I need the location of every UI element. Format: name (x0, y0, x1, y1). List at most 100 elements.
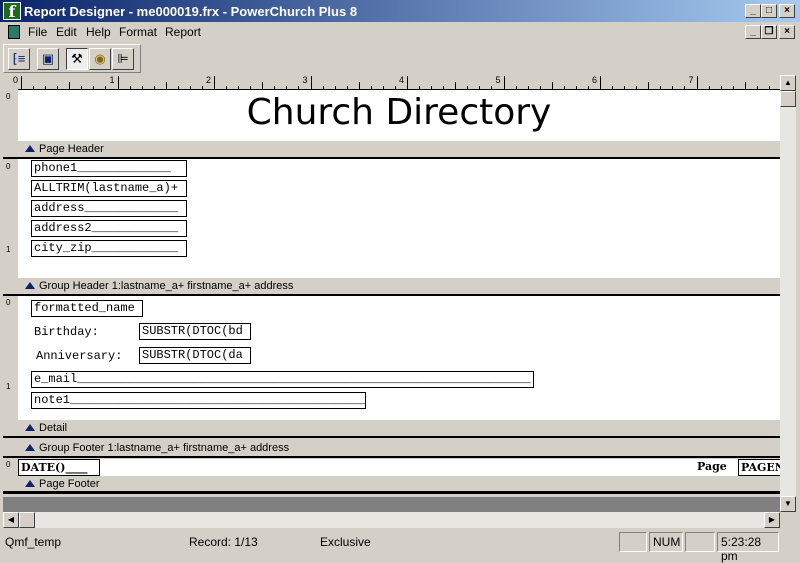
menu-file[interactable]: File (28, 25, 47, 39)
document-icon[interactable] (8, 25, 20, 39)
color-palette-icon[interactable]: ◉ (89, 48, 111, 70)
field-formatted-name[interactable]: formatted_name (31, 300, 143, 317)
field-address[interactable]: address_____________ (31, 200, 187, 217)
ruler-mark: 1 (6, 382, 11, 391)
group-header-area: formatted_name Birthday: SUBSTR(DTOC(bd … (18, 296, 780, 420)
status-mode: Exclusive (320, 535, 371, 549)
page-label[interactable]: Page (697, 460, 727, 473)
ruler-label: 5 (495, 75, 501, 85)
ruler-tick (165, 82, 167, 90)
band-group-header[interactable]: Group Header 1:lastname_a+ firstname_a+ … (3, 278, 780, 296)
status-bar: Qmf_temp Record: 1/13 Exclusive NUM 5:23… (0, 530, 800, 563)
data-environment-icon[interactable]: ⁅≡ (8, 48, 30, 70)
menu-report[interactable]: Report (165, 25, 201, 39)
field-email[interactable]: e_mail__________________________________… (31, 371, 534, 388)
status-alias: Qmf_temp (5, 535, 62, 549)
menu-format[interactable]: Format (119, 25, 157, 39)
band-label: Detail (39, 422, 68, 434)
field-address2[interactable]: address2____________ (31, 220, 187, 237)
status-scroll (685, 532, 715, 552)
status-caps (619, 532, 647, 552)
ruler-label: 1 (109, 75, 115, 85)
ruler-tick (551, 82, 553, 90)
field-note1[interactable]: note1___________________________________… (31, 392, 366, 409)
ruler-mark: 0 (6, 92, 11, 101)
report-title[interactable]: Church Directory (18, 92, 780, 133)
band-detail[interactable]: Detail (3, 420, 780, 438)
ruler-tick (407, 76, 408, 90)
scroll-thumb[interactable] (780, 91, 796, 107)
ruler-label: 0 (13, 75, 19, 85)
scroll-up-icon[interactable]: ▲ (780, 75, 796, 91)
vertical-scrollbar[interactable]: ▲ ▼ (780, 75, 796, 512)
page-header-area: phone1_____________ ALLTRIM(lastname_a)+… (18, 159, 780, 278)
window-title: Report Designer - me000019.frx - PowerCh… (24, 4, 358, 19)
horizontal-ruler: 0 1 2 3 4 5 6 7 (13, 75, 780, 90)
field-name[interactable]: ALLTRIM(lastname_a)+ (31, 180, 187, 197)
collapse-triangle-icon (25, 145, 35, 152)
ruler-label: 4 (399, 75, 405, 85)
ruler-label: 7 (688, 75, 694, 85)
band-page-header[interactable]: Page Header (3, 141, 780, 159)
ruler-tick (455, 82, 457, 90)
close-button[interactable]: × (779, 4, 795, 18)
status-record: Record: 1/13 (189, 535, 258, 549)
status-time: 5:23:28 pm (717, 532, 779, 563)
collapse-triangle-icon (25, 444, 35, 451)
ruler-tick (117, 76, 119, 90)
ruler-tick (310, 76, 312, 90)
title-bar: f Report Designer - me000019.frx - Power… (0, 0, 800, 22)
minimize-button[interactable]: _ (745, 4, 761, 18)
band-label: Group Header 1:lastname_a+ firstname_a+ … (39, 280, 294, 292)
layout-icon[interactable]: ⊫ (112, 48, 134, 70)
title-band-area: Church Directory (18, 90, 780, 141)
field-anniversary[interactable]: SUBSTR(DTOC(da (139, 347, 251, 364)
band-page-footer[interactable]: Page Footer (3, 476, 780, 494)
maximize-button[interactable]: □ (761, 4, 777, 18)
doc-close-button[interactable]: × (779, 25, 795, 39)
ruler-mark: 0 (6, 298, 11, 307)
band-label: Page Header (39, 143, 104, 155)
collapse-triangle-icon (25, 480, 35, 487)
birthday-label[interactable]: Birthday: (34, 325, 99, 339)
collapse-triangle-icon (25, 282, 35, 289)
ruler-mark: 0 (6, 162, 11, 171)
ruler-tick (696, 76, 698, 90)
ruler-tick (69, 82, 71, 90)
group-footer-area: DATE()____ Page PAGENO (18, 459, 780, 476)
band-group-footer[interactable]: Group Footer 1:lastname_a+ firstname_a+ … (3, 440, 780, 458)
band-label: Page Footer (39, 478, 100, 490)
field-phone1[interactable]: phone1_____________ (31, 160, 187, 177)
doc-minimize-button[interactable]: _ (745, 25, 761, 39)
scroll-right-icon[interactable]: ▶ (764, 512, 780, 528)
band-label: Group Footer 1:lastname_a+ firstname_a+ … (39, 442, 290, 454)
ruler-tick (600, 76, 601, 90)
ruler-tick (214, 76, 215, 90)
scroll-left-icon[interactable]: ◀ (3, 512, 19, 528)
status-num: NUM (649, 532, 683, 552)
ruler-tick (262, 82, 264, 90)
ruler-tick (744, 82, 746, 90)
tools-icon[interactable]: ⚒ (66, 48, 88, 70)
collapse-triangle-icon (25, 424, 35, 431)
scroll-thumb[interactable] (19, 512, 35, 528)
horizontal-scrollbar[interactable]: ◀ ▶ (3, 512, 780, 528)
ruler-tick (358, 82, 360, 90)
field-birthday[interactable]: SUBSTR(DTOC(bd (139, 323, 251, 340)
ruler-mark: 0 (6, 460, 11, 469)
ruler-label: 6 (592, 75, 598, 85)
ruler-tick (503, 76, 505, 90)
scroll-down-icon[interactable]: ▼ (780, 496, 796, 512)
menu-help[interactable]: Help (86, 25, 111, 39)
menu-edit[interactable]: Edit (56, 25, 77, 39)
doc-restore-button[interactable]: ❐ (761, 25, 777, 39)
field-city-zip[interactable]: city_zip____________ (31, 240, 187, 257)
ruler-tick (648, 82, 650, 90)
field-pageno[interactable]: PAGENO (738, 459, 780, 476)
report-controls-icon[interactable]: ▣ (37, 48, 59, 70)
empty-canvas-area (3, 497, 780, 512)
anniversary-label[interactable]: Anniversary: (36, 349, 122, 363)
ruler-tick (21, 76, 22, 90)
field-date[interactable]: DATE()____ (18, 459, 100, 476)
app-logo-icon: f (3, 2, 21, 21)
